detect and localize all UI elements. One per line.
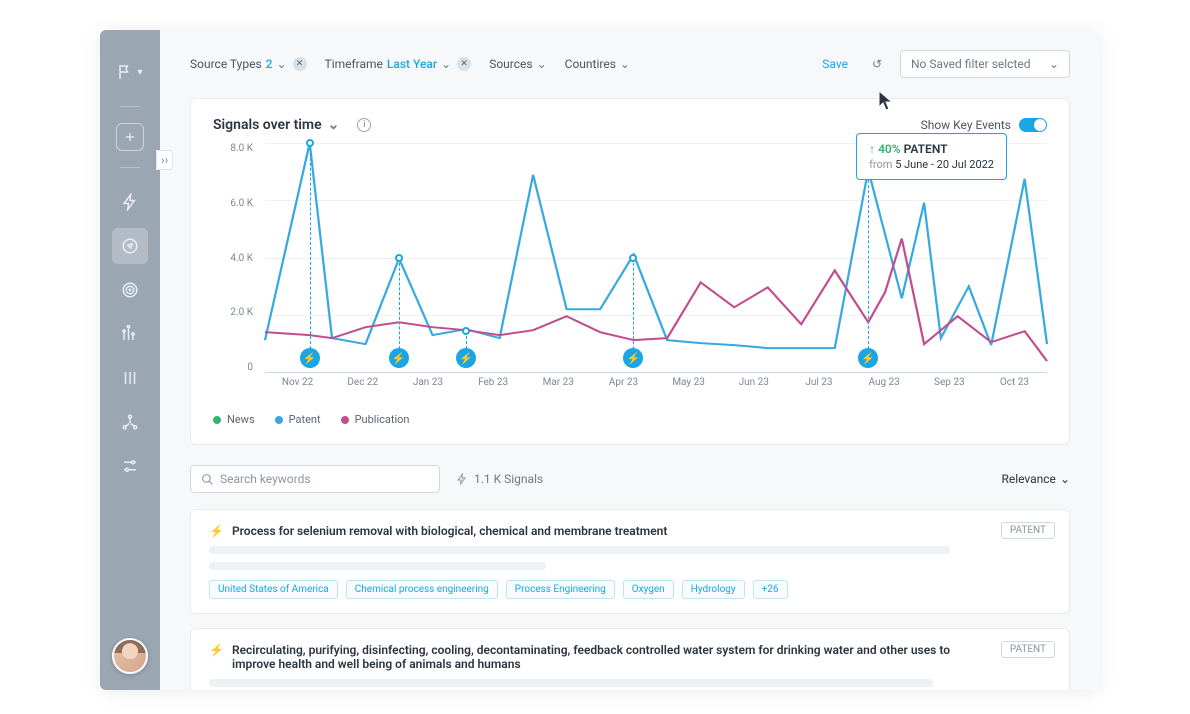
filter-value: Last Year (387, 57, 437, 71)
sidebar: ▾ (100, 30, 160, 690)
tag[interactable]: +26 (753, 580, 788, 599)
event-badge[interactable]: ⚡ (623, 348, 643, 368)
event-marker[interactable] (306, 139, 314, 147)
chevron-down-icon: ⌄ (441, 57, 451, 71)
event-badge[interactable]: ⚡ (300, 348, 320, 368)
filter-label: Timeframe (325, 57, 383, 71)
legend-item[interactable]: Publication (341, 413, 410, 426)
plot-area[interactable]: ↑ 40% PATENT from 5 June - 20 Jul 2022 (265, 143, 1047, 373)
tag[interactable]: Hydrology (682, 580, 745, 599)
search-row: Search keywords 1.1 K Signals Relevance … (190, 465, 1070, 493)
result-badge: PATENT (1001, 522, 1055, 539)
select-value: No Saved filter selcted (911, 57, 1031, 71)
chevron-down-icon: ⌄ (537, 57, 547, 71)
legend-item[interactable]: News (213, 413, 255, 426)
result-card[interactable]: PATENT ⚡ Process for selenium removal wi… (190, 509, 1070, 614)
bolt-icon (456, 473, 468, 485)
bolt-icon[interactable] (112, 184, 148, 220)
avatar[interactable] (112, 638, 148, 674)
filter-source-types[interactable]: Source Types 2 ⌄ ✕ (190, 57, 307, 71)
tag[interactable]: Chemical process engineering (346, 580, 498, 599)
main-content: Source Types 2 ⌄ ✕ Timeframe Last Year ⌄… (160, 30, 1100, 690)
event-badge[interactable]: ⚡ (389, 348, 409, 368)
bar-chart-icon[interactable] (112, 316, 148, 352)
legend-item[interactable]: Patent (275, 413, 321, 426)
chart: 8.0 K 6.0 K 4.0 K 2.0 K 0 ↑ 40% PA (213, 143, 1047, 403)
chart-card: Signals over time ⌄ i Show Key Events 8.… (190, 98, 1070, 445)
tag[interactable]: United States of America (209, 580, 338, 599)
event-marker[interactable] (395, 254, 403, 262)
result-title: Process for selenium removal with biolog… (232, 524, 667, 538)
clear-filter-icon[interactable]: ✕ (457, 57, 471, 71)
add-button[interactable] (116, 123, 144, 151)
app-window: ▾ ›› S (100, 30, 1100, 690)
info-icon[interactable]: i (357, 118, 371, 132)
event-marker[interactable] (629, 254, 637, 262)
target-icon[interactable] (112, 272, 148, 308)
flag-icon[interactable]: ▾ (112, 54, 148, 90)
search-icon (201, 473, 214, 486)
bolt-icon: ⚡ (209, 643, 224, 657)
result-tags: United States of America Chemical proces… (209, 580, 1051, 599)
chart-legend: News Patent Publication (213, 413, 1047, 426)
clear-filter-icon[interactable]: ✕ (293, 57, 307, 71)
filter-sources[interactable]: Sources ⌄ (489, 57, 546, 71)
filter-label: Sources (489, 57, 532, 71)
chart-tooltip: ↑ 40% PATENT from 5 June - 20 Jul 2022 (856, 133, 1007, 180)
event-badge[interactable]: ⚡ (456, 348, 476, 368)
result-title: Recirculating, purifying, disinfecting, … (232, 643, 971, 671)
toggle-label: Show Key Events (921, 118, 1011, 132)
card-header: Signals over time ⌄ i Show Key Events (213, 117, 1047, 133)
y-axis-labels: 8.0 K 6.0 K 4.0 K 2.0 K 0 (213, 143, 261, 373)
x-axis-labels: Nov 22 Dec 22 Jan 23 Feb 23 Mar 23 Apr 2… (265, 377, 1047, 403)
columns-icon[interactable] (112, 360, 148, 396)
result-badge: PATENT (1001, 641, 1055, 658)
saved-filter-select[interactable]: No Saved filter selcted ⌄ (900, 50, 1070, 78)
chevron-down-icon: ⌄ (328, 117, 340, 133)
network-icon[interactable] (112, 404, 148, 440)
result-card[interactable]: PATENT ⚡ Recirculating, purifying, disin… (190, 628, 1070, 690)
filter-countries[interactable]: Countires ⌄ (565, 57, 630, 71)
chevron-down-icon: ⌄ (1049, 57, 1059, 71)
card-title-text: Signals over time (213, 117, 322, 133)
compass-icon[interactable] (112, 228, 148, 264)
search-placeholder: Search keywords (220, 472, 311, 486)
chevron-down-icon: ⌄ (620, 57, 630, 71)
event-marker[interactable] (462, 327, 470, 335)
event-badge[interactable]: ⚡ (858, 348, 878, 368)
card-title[interactable]: Signals over time ⌄ i (213, 117, 371, 133)
bolt-icon: ⚡ (209, 524, 224, 538)
search-input[interactable]: Search keywords (190, 465, 440, 493)
save-filter-link[interactable]: Save (822, 57, 848, 71)
chevron-down-icon: ⌄ (276, 57, 286, 71)
tag[interactable]: Process Engineering (506, 580, 615, 599)
filter-timeframe[interactable]: Timeframe Last Year ⌄ ✕ (325, 57, 472, 71)
chevron-down-icon: ⌄ (1060, 472, 1070, 486)
undo-icon[interactable]: ↺ (872, 57, 882, 71)
filter-value: 2 (266, 57, 273, 71)
filter-bar: Source Types 2 ⌄ ✕ Timeframe Last Year ⌄… (190, 50, 1070, 78)
tag[interactable]: Oxygen (623, 580, 674, 599)
toggle-switch[interactable] (1019, 118, 1047, 132)
toggle-key-events: Show Key Events (921, 118, 1047, 132)
signal-count: 1.1 K Signals (456, 472, 543, 486)
filter-label: Countires (565, 57, 616, 71)
sliders-icon[interactable] (112, 448, 148, 484)
sort-select[interactable]: Relevance ⌄ (1001, 472, 1070, 486)
filter-label: Source Types (190, 57, 262, 71)
